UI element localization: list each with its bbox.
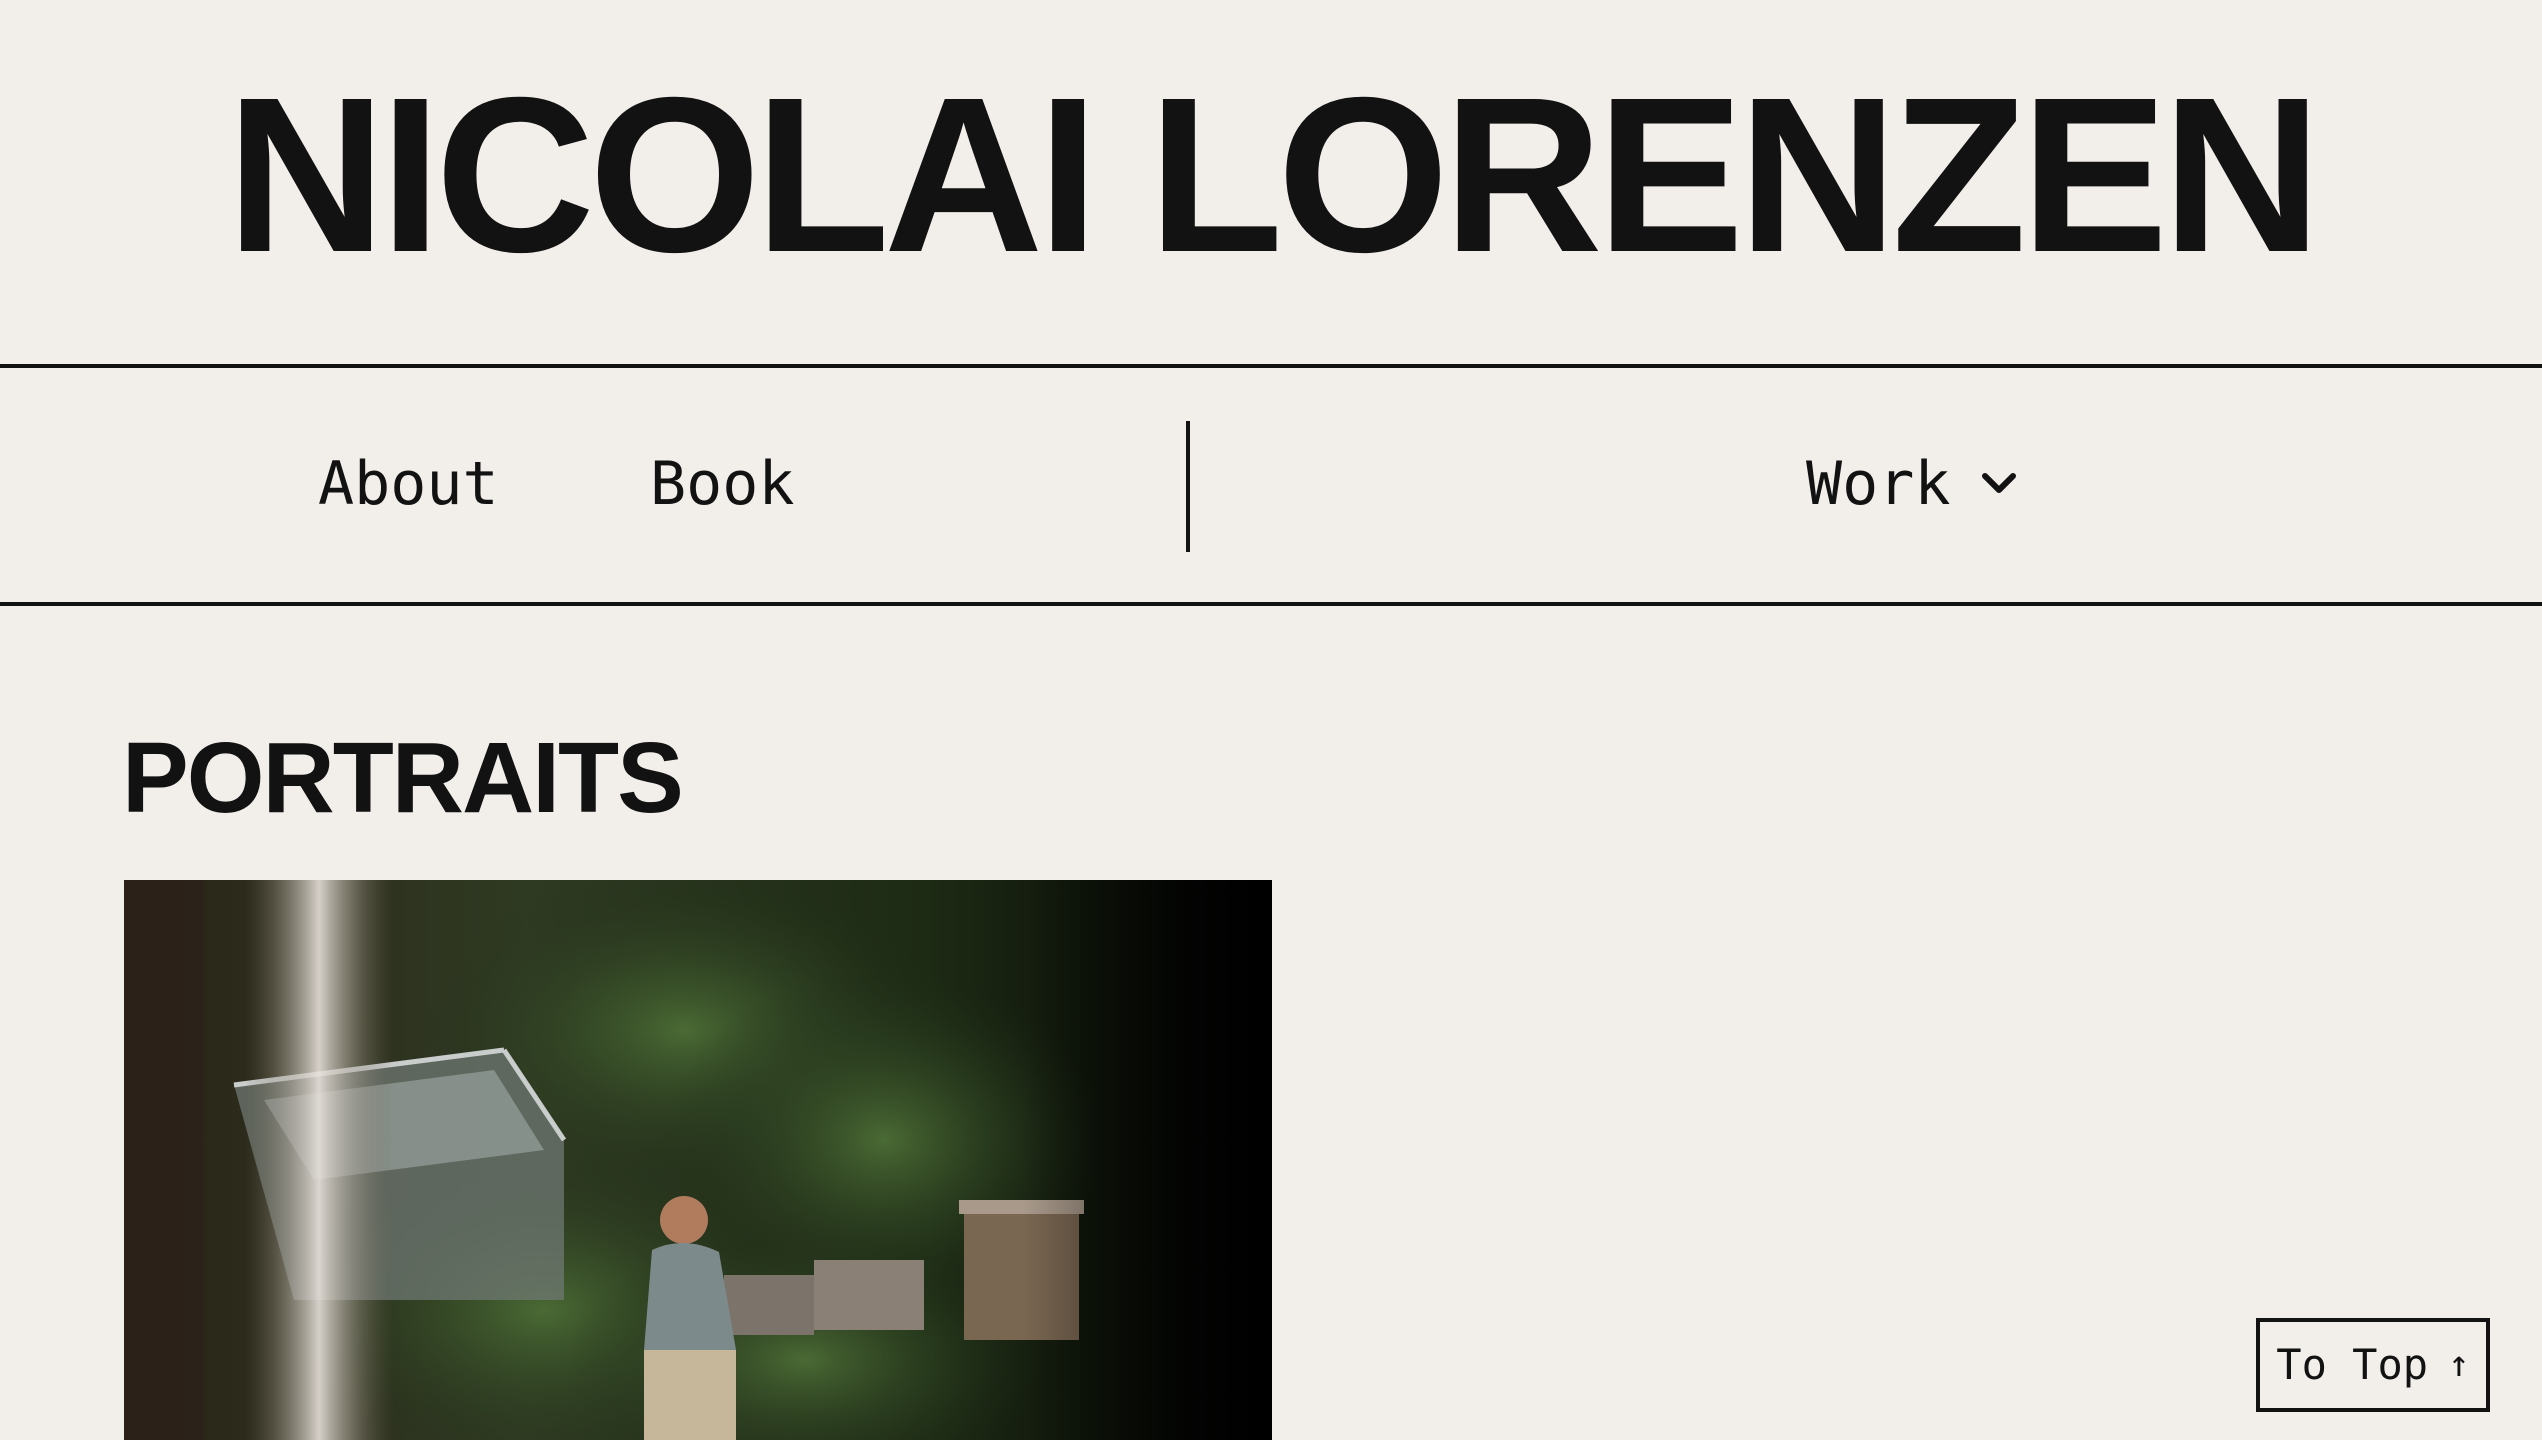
nav-link-about[interactable]: About [318, 454, 499, 514]
nav-work-dropdown[interactable]: Work [1806, 454, 2019, 514]
arrow-up-icon: ↑ [2448, 1344, 2470, 1385]
portrait-photo[interactable] [124, 880, 1272, 1440]
nav-divider-bottom [0, 602, 2542, 606]
to-top-button[interactable]: To Top ↑ [2256, 1318, 2490, 1412]
page: NICOLAI LORENZEN About Book Work PORTRAI… [0, 0, 2542, 1440]
site-header: NICOLAI LORENZEN [0, 0, 2542, 366]
main-nav: About Book Work [0, 368, 2542, 602]
nav-link-book[interactable]: Book [650, 454, 795, 514]
section-title: PORTRAITS [122, 722, 684, 834]
site-title[interactable]: NICOLAI LORENZEN [0, 64, 2542, 285]
chevron-down-icon [1979, 464, 2019, 504]
nav-divider [1186, 421, 1190, 552]
nav-work-label: Work [1806, 449, 1951, 519]
to-top-label: To Top [2276, 1340, 2429, 1389]
